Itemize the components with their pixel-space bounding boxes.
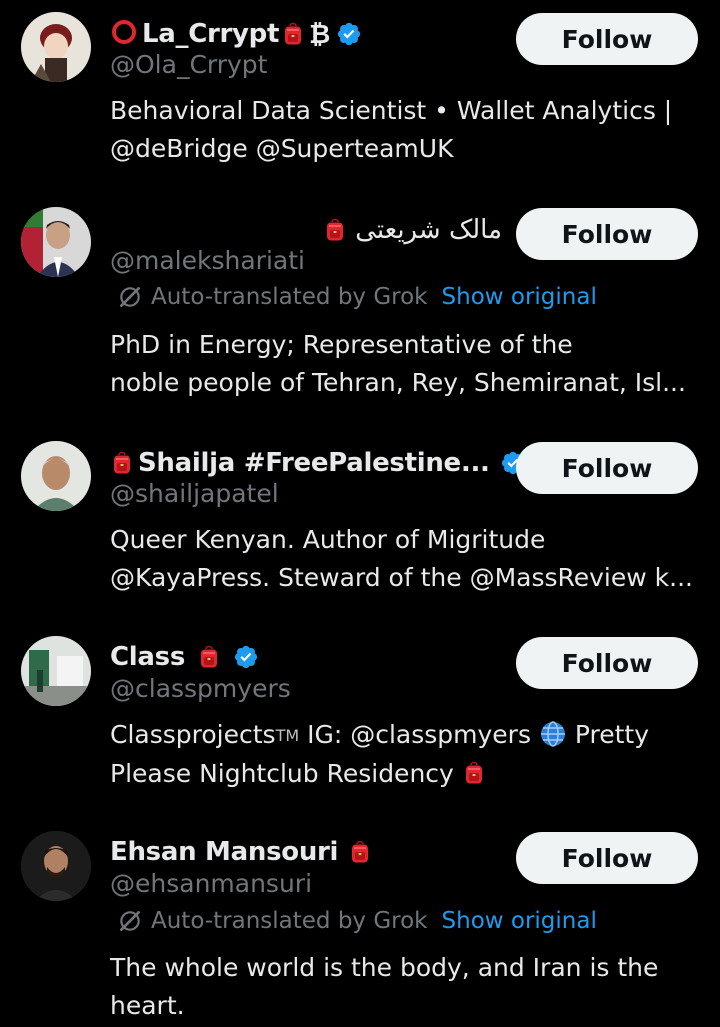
trademark-symbol: TM [275, 726, 300, 745]
avatar[interactable] [21, 831, 91, 901]
bio-line: Queer Kenyan. Author of Migritude [110, 525, 546, 554]
user-card[interactable]: Class @classpmyers Follow ClassprojectsT… [0, 620, 720, 815]
user-bio: PhD in Energy; Representative of the nob… [110, 326, 700, 402]
backpack-icon [323, 217, 347, 243]
show-original-link[interactable]: Show original [442, 908, 597, 934]
display-name-row[interactable]: La_Crrypt ₿ [110, 14, 362, 54]
backpack-icon [462, 760, 486, 786]
bio-text: IG: @classpmyers [299, 720, 539, 749]
bio-line: noble people of Tehran, Rey, Shemiranat,… [110, 368, 686, 397]
bitcoin-symbol: ₿ [309, 19, 331, 50]
display-name: مالک شریعتی [355, 215, 502, 245]
display-name-row[interactable]: مالک شریعتی [323, 210, 502, 250]
avatar[interactable] [21, 207, 91, 277]
user-card[interactable]: Ehsan Mansouri @ehsanmansuri Follow Auto… [0, 815, 720, 1027]
bio-line: ClassprojectsTM IG: @classpmyers Pretty [110, 716, 700, 755]
auto-translated-label: Auto-translated by Grok [151, 284, 428, 310]
grok-icon [117, 284, 143, 310]
bio-line: @KayaPress. Steward of the @MassReview k… [110, 563, 693, 592]
user-bio: ClassprojectsTM IG: @classpmyers Pretty … [110, 716, 700, 793]
bio-line: Behavioral Data Scientist • Wallet Analy… [110, 96, 673, 125]
globe-icon [540, 721, 565, 747]
bio-line: heart. [110, 991, 185, 1020]
follow-button[interactable]: Follow [516, 208, 698, 260]
avatar[interactable] [21, 636, 91, 706]
display-name: La_Crrypt [142, 19, 280, 49]
backpack-icon [281, 21, 305, 47]
user-card[interactable]: Shailja #FreePalestine... @shailjapatel … [0, 425, 720, 620]
auto-translated-label: Auto-translated by Grok [151, 908, 428, 934]
show-original-link[interactable]: Show original [442, 284, 597, 310]
backpack-icon [197, 644, 221, 670]
avatar[interactable] [21, 12, 91, 82]
bio-line: The whole world is the body, and Iran is… [110, 953, 659, 982]
bio-text: Pretty [566, 720, 650, 749]
display-name: Class [110, 642, 185, 672]
display-name-row[interactable]: Class [110, 637, 259, 677]
display-name-row[interactable]: Shailja #FreePalestine... [110, 443, 526, 483]
user-handle: @classpmyers [110, 674, 291, 703]
backpack-icon [348, 839, 372, 865]
display-name: Ehsan Mansouri [110, 837, 339, 867]
bio-line: @deBridge @SuperteamUK [110, 134, 454, 163]
follow-button[interactable]: Follow [516, 637, 698, 689]
backpack-icon [110, 450, 134, 476]
red-circle-icon [110, 18, 138, 50]
user-bio: The whole world is the body, and Iran is… [110, 949, 700, 1025]
user-bio: Behavioral Data Scientist • Wallet Analy… [110, 92, 700, 168]
display-name: Shailja #FreePalestine... [138, 448, 490, 478]
follow-button[interactable]: Follow [516, 832, 698, 884]
follow-button[interactable]: Follow [516, 442, 698, 494]
grok-icon [117, 908, 143, 934]
verified-icon [233, 644, 259, 670]
user-handle: @ehsanmansuri [110, 869, 313, 898]
auto-translate-notice: Auto-translated by Grok Show original [117, 280, 597, 314]
user-handle: @shailjapatel [110, 479, 279, 508]
avatar[interactable] [21, 441, 91, 511]
user-card[interactable]: La_Crrypt ₿ @Ola_Crrypt Follow Behaviora… [0, 0, 720, 190]
user-handle: @malekshariati [110, 246, 305, 275]
display-name-row[interactable]: Ehsan Mansouri [110, 832, 372, 872]
verified-icon [336, 21, 362, 47]
bio-text: Classprojects [110, 720, 276, 749]
bio-line: PhD in Energy; Representative of the [110, 330, 573, 359]
follow-button[interactable]: Follow [516, 13, 698, 65]
auto-translate-notice: Auto-translated by Grok Show original [117, 904, 597, 938]
bio-line: Please Nightclub Residency [110, 755, 700, 793]
bio-text: Please Nightclub Residency [110, 759, 462, 788]
user-handle: @Ola_Crrypt [110, 50, 268, 79]
user-card[interactable]: مالک شریعتی @malekshariati Follow Auto-t… [0, 190, 720, 425]
user-bio: Queer Kenyan. Author of Migritude @KayaP… [110, 521, 700, 597]
